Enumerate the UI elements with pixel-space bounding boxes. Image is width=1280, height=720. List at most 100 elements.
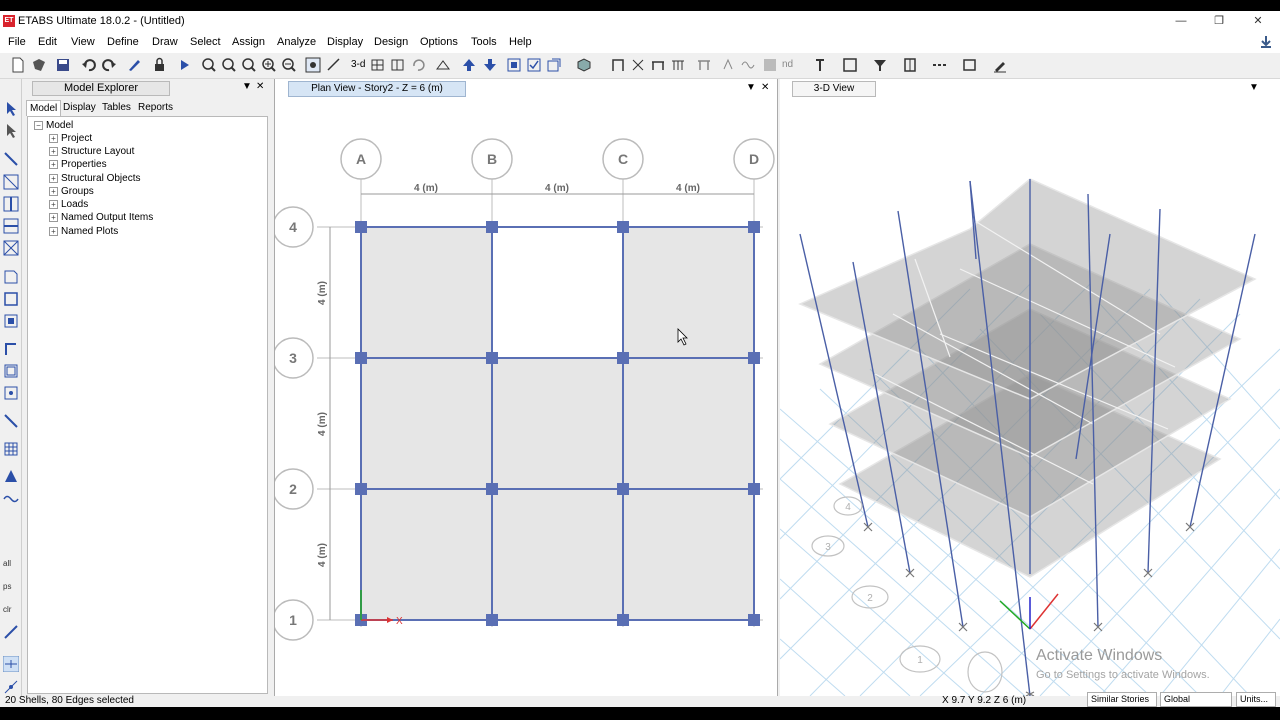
draw-beam-icon[interactable] [650,57,666,73]
close-window-button[interactable]: ✕ [1241,13,1275,29]
panel-close-icon[interactable]: ✕ [256,81,264,92]
plan-view-icon[interactable] [370,57,386,73]
menu-design[interactable]: Design [374,36,408,48]
menu-edit[interactable]: Edit [38,36,57,48]
coordinate-system-select[interactable]: Global [1160,692,1232,707]
menu-display[interactable]: Display [327,36,363,48]
paint-icon[interactable] [992,57,1008,73]
menu-help[interactable]: Help [509,36,532,48]
extrude-icon[interactable] [576,57,592,73]
tree-item-properties[interactable]: + Properties [49,159,107,170]
zoom-out-icon[interactable] [241,57,257,73]
draw-grid-icon[interactable] [3,441,19,457]
elevation-view-icon[interactable] [390,57,406,73]
tree-item-named-output-items[interactable]: + Named Output Items [49,212,153,223]
select-all-icon[interactable]: all [3,553,19,569]
border-icon[interactable] [842,57,858,73]
collapse-icon[interactable]: − [34,120,43,130]
shell-c2-d1[interactable] [622,488,755,621]
line-style-icon[interactable] [932,57,948,73]
draw-wall-icon[interactable] [696,57,712,73]
set-display-icon[interactable] [506,57,522,73]
tab-display[interactable]: Display [60,100,99,116]
zoom-minus-icon[interactable] [281,57,297,73]
shell-a2-b1[interactable] [360,488,493,621]
snap-icon[interactable] [3,624,19,640]
draw-brace-icon[interactable] [630,57,646,73]
shell-a4-b3[interactable] [360,226,493,359]
menu-file[interactable]: File [8,36,26,48]
minimize-button[interactable]: — [1164,13,1198,29]
tree-item-groups[interactable]: + Groups [49,186,94,197]
pan-icon[interactable] [305,57,321,73]
quick-draw-floor-icon[interactable] [3,313,19,329]
nd-button[interactable]: nd [782,59,793,70]
quick-draw-braces-icon[interactable] [3,240,19,256]
draw-frame-side-icon[interactable] [3,174,19,190]
draw-floor-icon[interactable] [3,269,19,285]
tree-item-loads[interactable]: + Loads [49,199,88,210]
quick-draw-columns-icon[interactable] [3,196,19,212]
menu-select[interactable]: Select [190,36,221,48]
expand-icon[interactable]: + [49,186,58,196]
rotate-icon[interactable] [410,57,426,73]
filter-icon[interactable] [872,57,888,73]
text-tool-icon[interactable] [812,57,828,73]
quick-draw-walls-icon[interactable] [3,363,19,379]
menu-analyze[interactable]: Analyze [277,36,316,48]
open-icon[interactable] [31,57,47,73]
restore-button[interactable]: ❐ [1202,13,1236,29]
quick-draw-beams-icon[interactable] [3,218,19,234]
zoom-window-icon[interactable] [201,57,217,73]
lock-icon[interactable] [151,57,167,73]
clear-selection-icon[interactable]: clr [3,599,19,615]
tree-item-named-plots[interactable]: + Named Plots [49,226,118,237]
expand-icon[interactable]: + [49,212,58,222]
menu-view[interactable]: View [71,36,95,48]
three-d-view-tab[interactable]: 3-D View [792,81,876,97]
expand-icon[interactable]: + [49,173,58,183]
draw-spring-icon[interactable] [740,57,756,73]
plan-view-pane[interactable]: Plan View - Story2 - Z = 6 (m) ▼ ✕ A B C… [274,79,778,696]
draw-area-icon[interactable] [762,57,778,73]
run-analysis-icon[interactable] [176,57,192,73]
three-d-canvas[interactable]: 4 3 2 1 [780,99,1280,696]
draw-secondary-beam-icon[interactable] [670,57,686,73]
menu-options[interactable]: Options [420,36,458,48]
tree-item-structural-objects[interactable]: + Structural Objects [49,173,140,184]
check-icon[interactable] [526,57,542,73]
three-d-view-button[interactable]: 3-d [351,59,365,70]
draw-rectangular-floor-icon[interactable] [3,291,19,307]
shell-c4-d3[interactable] [622,226,755,359]
tab-reports[interactable]: Reports [135,100,176,116]
draw-line-icon[interactable] [3,151,19,167]
units-button[interactable]: Units... [1236,692,1276,707]
select-previous-icon[interactable]: ps [3,576,19,592]
shell-a3-b2[interactable] [360,357,493,490]
menu-assign[interactable]: Assign [232,36,265,48]
restore-view-icon[interactable] [221,57,237,73]
menu-define[interactable]: Define [107,36,139,48]
perspective-icon[interactable] [435,57,451,73]
menu-draw[interactable]: Draw [152,36,178,48]
redo-icon[interactable] [101,57,117,73]
zoom-in-icon[interactable] [261,57,277,73]
shell-c3-d2[interactable] [622,357,755,490]
menu-tools[interactable]: Tools [471,36,497,48]
download-icon[interactable] [1258,34,1274,50]
save-icon[interactable] [55,57,71,73]
snap-line-icon[interactable] [3,679,19,695]
panel-dropdown-icon[interactable]: ▼ [242,81,252,92]
similar-stories-select[interactable]: Similar Stories [1087,692,1157,707]
shell-b3-c2[interactable] [491,357,624,490]
draw-opening-icon[interactable] [3,385,19,401]
undo-icon[interactable] [81,57,97,73]
expand-icon[interactable]: + [49,133,58,143]
draw-link-icon[interactable] [720,57,736,73]
move-down-icon[interactable] [482,57,498,73]
move-up-icon[interactable] [461,57,477,73]
column-tool-icon[interactable] [902,57,918,73]
draw-wave-icon[interactable] [3,490,19,506]
pane-dropdown-icon[interactable]: ▼ [1249,82,1259,93]
draw-frame-icon[interactable] [610,57,626,73]
